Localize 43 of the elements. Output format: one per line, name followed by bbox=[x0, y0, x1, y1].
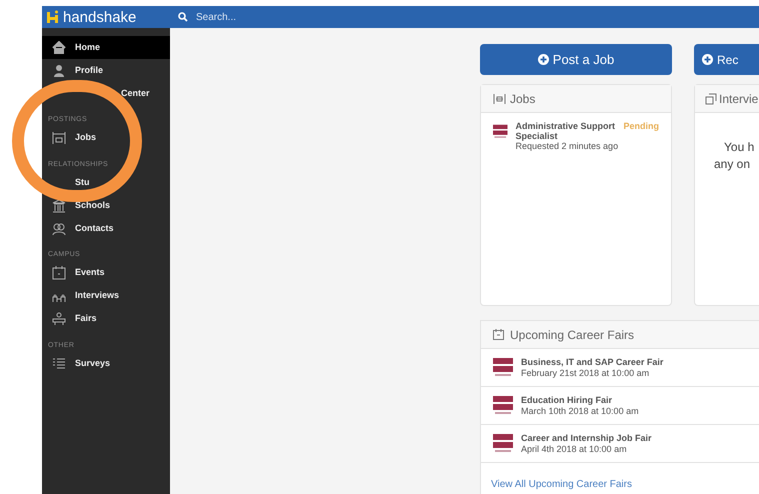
sidebar-item[interactable]: Events bbox=[42, 262, 170, 284]
search-field[interactable]: Search... bbox=[196, 10, 396, 24]
home-icon bbox=[52, 40, 66, 54]
calendar-icon bbox=[52, 266, 66, 280]
sidebar-item[interactable]: Contacts bbox=[42, 217, 170, 240]
empty-message: You h bbox=[724, 139, 756, 156]
card-title: Jobs bbox=[510, 90, 536, 108]
fair-date: March 10th 2018 at 10:00 am bbox=[521, 406, 639, 416]
fair-title[interactable]: Career and Internship Job Fair bbox=[521, 432, 652, 444]
logo-text: handshake bbox=[63, 10, 136, 24]
card-title: Upcoming Career Fairs bbox=[510, 326, 634, 344]
fairs-icon bbox=[52, 312, 66, 326]
copy-icon bbox=[705, 92, 717, 104]
search-icon bbox=[178, 12, 188, 22]
post-job-button[interactable]: Post a Job bbox=[480, 44, 672, 75]
empty-message: any on bbox=[714, 156, 752, 173]
card-title: Intervie bbox=[719, 90, 758, 108]
contacts-icon bbox=[52, 222, 66, 236]
job-title[interactable]: Administrative Support Specialist bbox=[516, 121, 616, 141]
fair-title[interactable]: Business, IT and SAP Career Fair bbox=[521, 356, 664, 368]
sidebar-item[interactable]: Fairs bbox=[42, 308, 170, 330]
sidebar-item[interactable]: Jobs bbox=[42, 126, 170, 150]
school-icon bbox=[52, 198, 66, 212]
fair-title[interactable]: Education Hiring Fair bbox=[521, 394, 639, 406]
sidebar-item[interactable]: Schools bbox=[42, 194, 170, 217]
person-icon bbox=[52, 64, 66, 78]
calendar-icon bbox=[493, 329, 504, 340]
fair-date: April 4th 2018 at 10:00 am bbox=[521, 444, 628, 454]
sidebar-item[interactable]: Surveys bbox=[42, 352, 170, 375]
sidebar-item[interactable]: Profile bbox=[42, 59, 170, 82]
job-meta: Requested 2 minutes ago bbox=[516, 141, 616, 151]
sidebar-item[interactable]: Stu bbox=[75, 176, 90, 190]
plus-circle-icon bbox=[702, 54, 713, 65]
status-label: Pending bbox=[624, 121, 659, 133]
sidebar-item[interactable]: Home bbox=[42, 36, 170, 59]
sidebar-item[interactable]: Interviews bbox=[42, 284, 170, 308]
logo-icon bbox=[46, 10, 60, 24]
fair-date: February 21st 2018 at 10:00 am bbox=[521, 368, 650, 378]
view-all-link[interactable]: View All Upcoming Career Fairs bbox=[491, 479, 632, 490]
list-icon bbox=[52, 356, 66, 370]
request-button[interactable]: Rec bbox=[694, 44, 759, 75]
plus-circle-icon bbox=[538, 54, 549, 65]
sidebar-item[interactable]: Center bbox=[121, 86, 150, 100]
